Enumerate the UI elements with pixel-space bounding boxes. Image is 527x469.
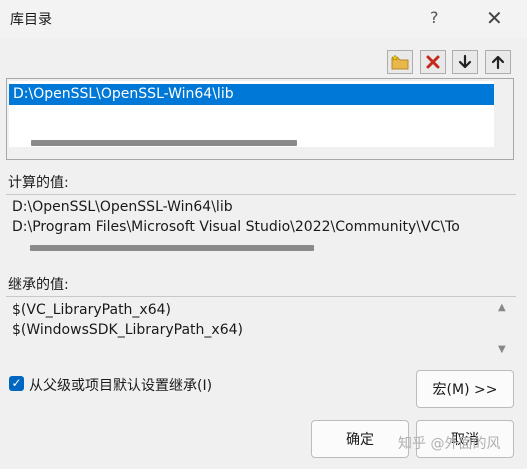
delete-line-button[interactable] (420, 50, 446, 74)
evaluated-box: D:\OpenSSL\OpenSSL-Win64\lib D:\Program … (6, 194, 516, 256)
inherited-line: $(WindowsSDK_LibraryPath_x64) (12, 322, 243, 338)
inherit-checkbox-label[interactable]: 从父级或项目默认设置继承(I) (29, 375, 212, 395)
arrow-up-icon (491, 55, 505, 70)
evaluated-line: D:\Program Files\Microsoft Visual Studio… (12, 219, 460, 235)
move-down-button[interactable] (452, 50, 478, 74)
scroll-up-icon[interactable]: ▲ (498, 302, 506, 313)
folder-star-icon (391, 54, 409, 70)
close-button[interactable]: ✕ (486, 6, 503, 30)
new-line-button[interactable] (387, 50, 413, 74)
evaluated-hscrollbar[interactable] (30, 245, 314, 251)
help-button[interactable]: ? (430, 8, 439, 27)
list-item-selected[interactable]: D:\OpenSSL\OpenSSL-Win64\lib (9, 84, 494, 105)
directory-list[interactable]: D:\OpenSSL\OpenSSL-Win64\lib (6, 78, 514, 160)
evaluated-label: 计算的值: (8, 175, 69, 191)
ok-button[interactable]: 确定 (311, 420, 409, 458)
watermark: 知乎 @外面的风 (398, 436, 501, 452)
inherited-vscrollbar[interactable]: ▲ ▼ (494, 296, 514, 362)
list-content: D:\OpenSSL\OpenSSL-Win64\lib (9, 81, 494, 147)
evaluated-line: D:\OpenSSL\OpenSSL-Win64\lib (12, 199, 233, 215)
window-title: 库目录 (10, 12, 52, 28)
macros-button[interactable]: 宏(M) >> (416, 370, 514, 408)
inherit-checkbox[interactable]: ✓ (9, 376, 24, 391)
red-x-icon (426, 55, 440, 69)
scroll-down-icon[interactable]: ▼ (498, 344, 506, 355)
list-hscrollbar[interactable] (31, 140, 297, 146)
title-bar (0, 0, 527, 38)
inherited-label: 继承的值: (8, 277, 69, 293)
move-up-button[interactable] (485, 50, 511, 74)
inherited-box: $(VC_LibraryPath_x64) $(WindowsSDK_Libra… (6, 296, 516, 362)
arrow-down-icon (458, 54, 472, 69)
inherited-line: $(VC_LibraryPath_x64) (12, 302, 171, 318)
